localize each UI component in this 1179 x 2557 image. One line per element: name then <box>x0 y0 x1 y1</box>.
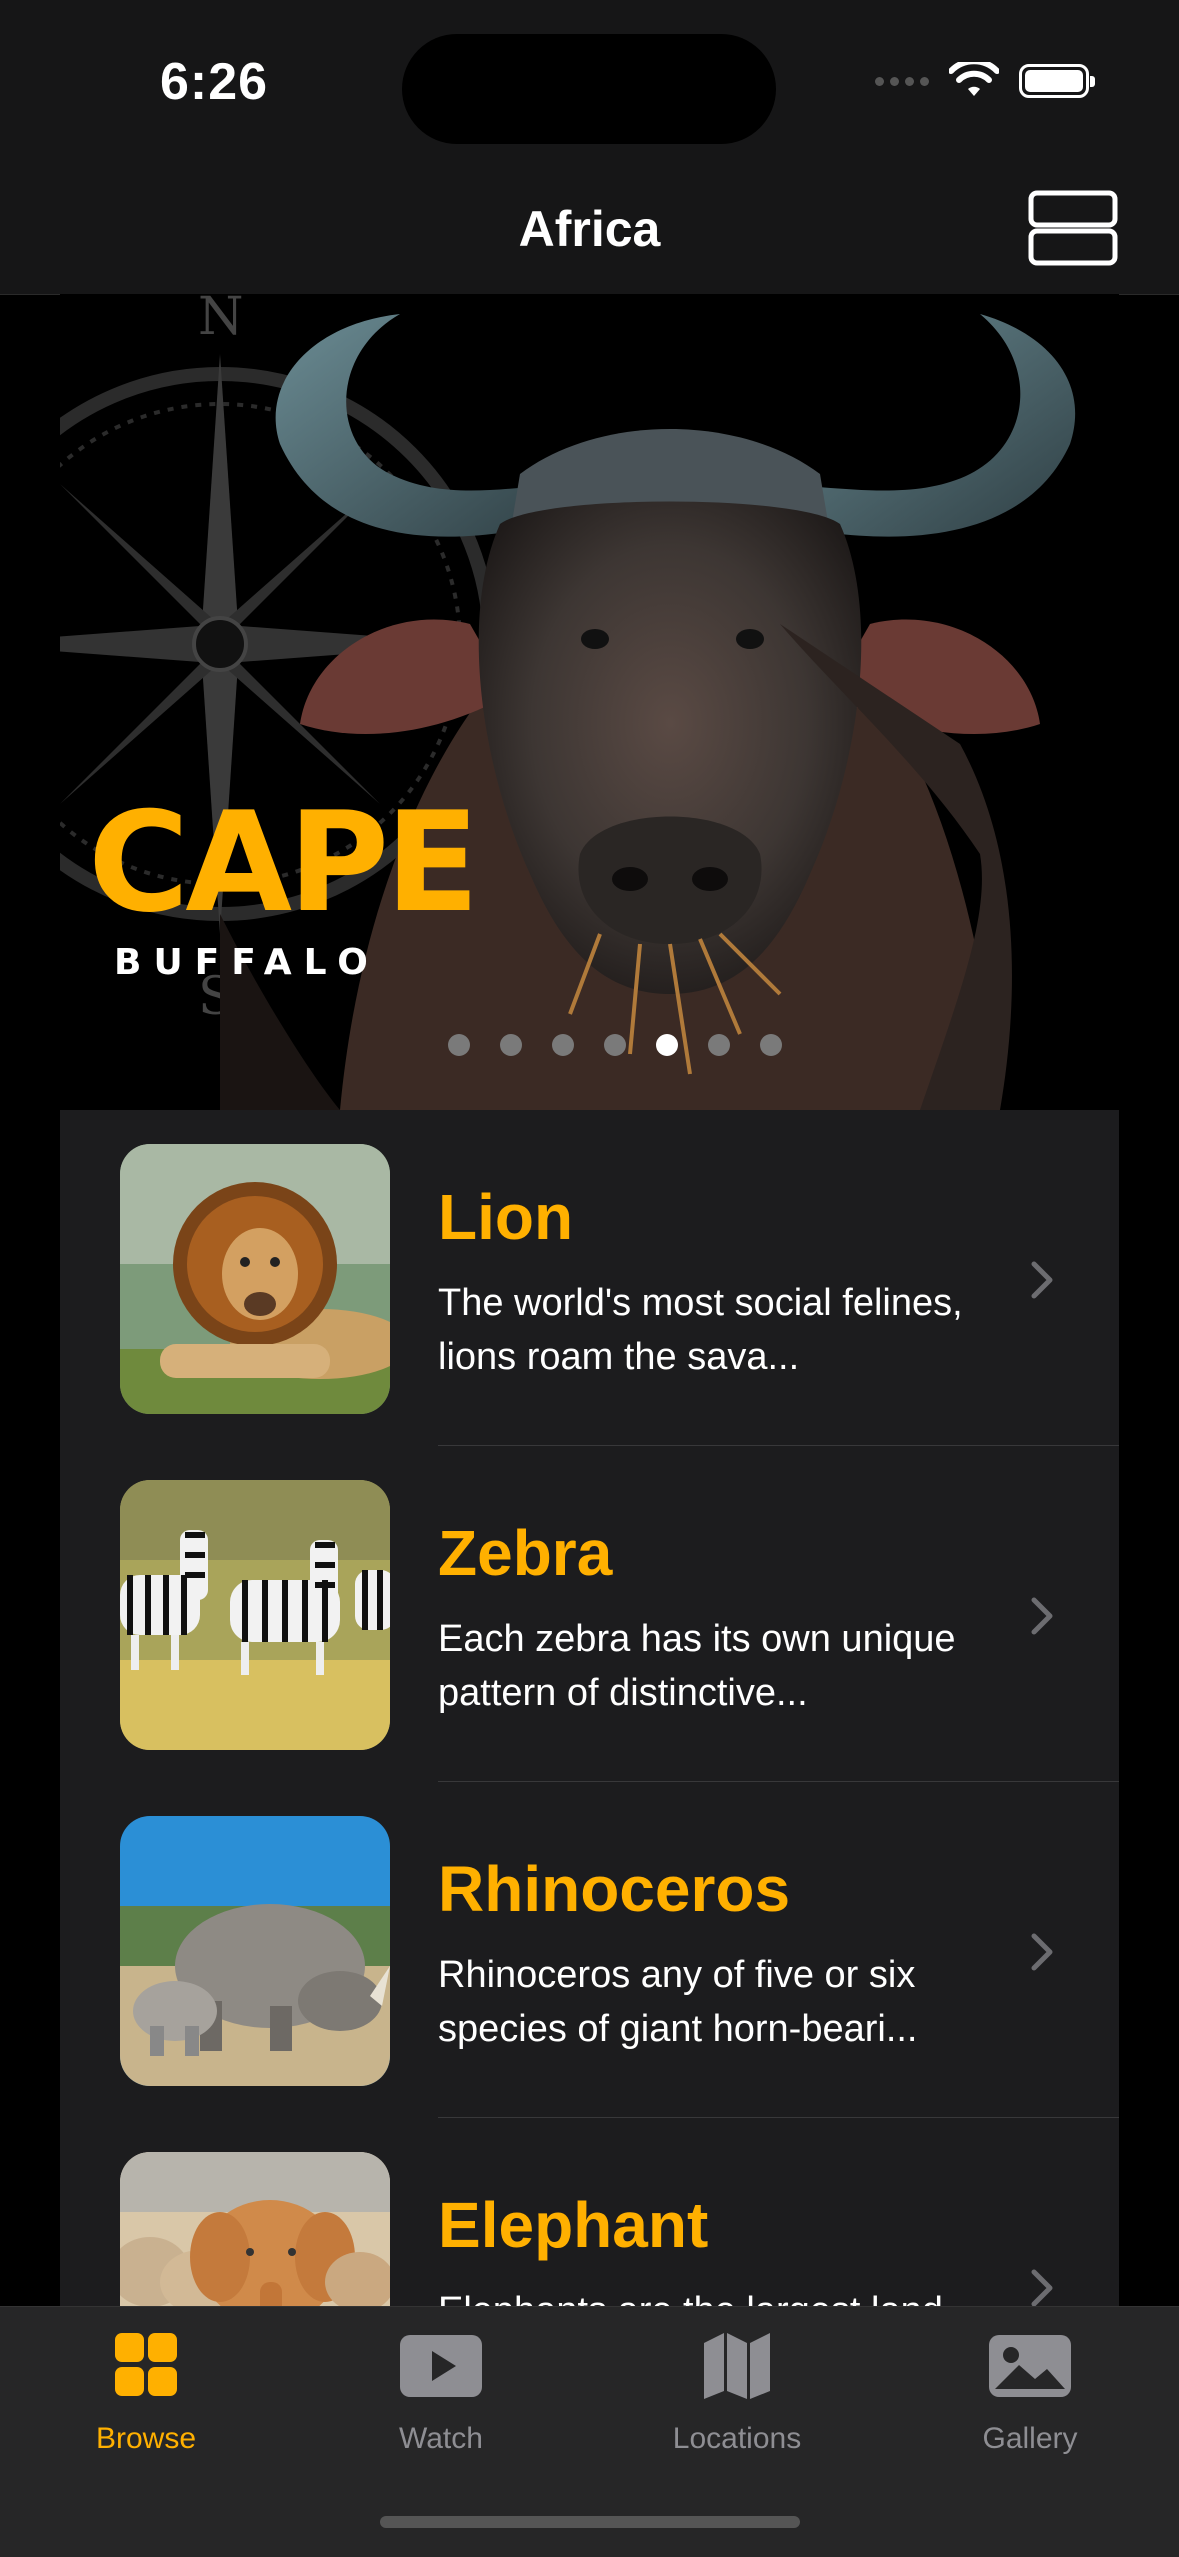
tab-browse[interactable]: Browse <box>36 2331 256 2456</box>
tab-locations[interactable]: Locations <box>627 2331 847 2456</box>
hero-title: CAPE <box>88 782 479 943</box>
animal-row-zebra[interactable]: Zebra Each zebra has its own unique patt… <box>60 1446 1119 1782</box>
hero-subtitle: BUFFALO <box>114 942 380 983</box>
status-time: 6:26 <box>160 53 269 111</box>
status-indicators <box>875 62 1095 100</box>
cape-buffalo-image <box>220 314 1076 1110</box>
navigation-bar: Africa <box>0 160 1179 1046</box>
tab-gallery[interactable]: Gallery <box>920 2331 1140 2456</box>
tab-watch[interactable]: Watch <box>331 2331 551 2456</box>
photo-icon <box>989 2335 1071 2397</box>
animal-name: Zebra <box>438 1517 613 1589</box>
animal-description: Rhinoceros any of five or six species of… <box>438 1954 918 2050</box>
battery-icon <box>1019 64 1095 98</box>
lion-thumbnail <box>120 1144 390 1414</box>
grid-icon <box>115 2333 177 2396</box>
chevron-right-icon <box>1031 2269 1053 2306</box>
page-dot[interactable] <box>551 1034 574 1056</box>
animal-row-rhinoceros[interactable]: Rhinoceros Rhinoceros any of five or six… <box>60 1782 1119 2118</box>
animal-description: Each zebra has its own unique pattern of… <box>438 1618 956 1714</box>
play-icon <box>400 2335 482 2397</box>
map-icon <box>704 2333 770 2399</box>
page-dot[interactable] <box>499 1034 522 1056</box>
chevron-right-icon <box>1031 1597 1053 1635</box>
tab-label: Locations <box>672 2422 802 2455</box>
nav-title: Africa <box>518 201 661 257</box>
animal-name: Elephant <box>438 2189 709 2261</box>
animal-row-elephant[interactable]: Elephant Elephants are the largest land <box>60 2118 1119 2306</box>
status-bar: 6:26 <box>0 0 1179 160</box>
wifi-icon <box>949 62 999 96</box>
page-dot[interactable] <box>759 1034 782 1056</box>
animal-name: Lion <box>438 1181 574 1253</box>
animal-description: The world's most social felines, lions r… <box>438 1282 963 1378</box>
page-indicator[interactable] <box>60 1034 1119 1056</box>
tab-label: Browse <box>95 2422 197 2455</box>
page-dot[interactable] <box>707 1034 730 1056</box>
main-content[interactable]: N S CAPE BUFFALO Lion The world's most s… <box>60 294 1119 2306</box>
zebra-thumbnail <box>120 1480 390 1750</box>
chevron-right-icon <box>1031 1933 1053 1971</box>
chevron-right-icon <box>1031 1261 1053 1299</box>
card-layout-button[interactable] <box>1028 188 1118 268</box>
tab-label: Watch <box>399 2422 483 2455</box>
page-dot[interactable] <box>447 1034 470 1056</box>
home-indicator[interactable] <box>380 2516 800 2528</box>
rhinoceros-thumbnail <box>120 1816 390 2086</box>
card-layout-icon <box>1028 190 1118 266</box>
page-dot-active[interactable] <box>655 1034 678 1056</box>
page-dot[interactable] <box>603 1034 626 1056</box>
hero-carousel[interactable]: N S CAPE BUFFALO <box>60 294 1119 1110</box>
animal-name: Rhinoceros <box>438 1853 791 1925</box>
animal-row-lion[interactable]: Lion The world's most social felines, li… <box>60 1110 1119 1446</box>
animal-list: Lion The world's most social felines, li… <box>60 1110 1119 2306</box>
tab-label: Gallery <box>982 2422 1078 2455</box>
cellular-signal-icon <box>875 76 929 86</box>
dynamic-island <box>402 34 776 144</box>
elephant-thumbnail <box>120 2152 390 2306</box>
animal-description: Elephants are the largest land <box>438 2284 978 2306</box>
